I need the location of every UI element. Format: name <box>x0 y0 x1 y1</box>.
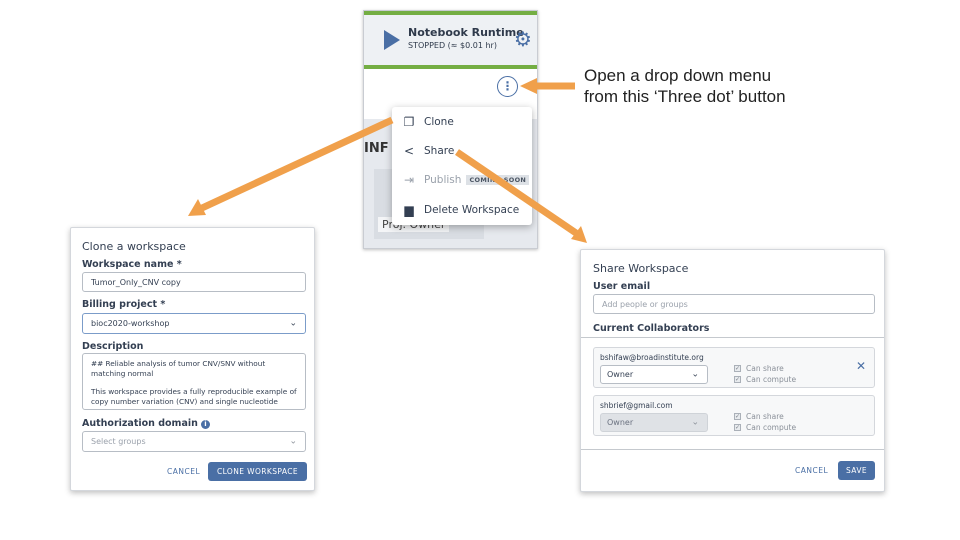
arrow-to-share-dialog <box>455 149 578 236</box>
user-email-placeholder: Add people or groups <box>602 299 688 309</box>
authorization-domain-placeholder: Select groups <box>91 437 146 446</box>
checkbox-icon: ✓ <box>734 376 741 383</box>
arrow-head <box>520 78 537 94</box>
authorization-domain-label: Authorization domain i <box>82 418 210 429</box>
collaborator-card: shbrief@gmail.com Owner ⌄ ✓ Can share ✓ Ca… <box>593 395 875 436</box>
workspace-name-value: Tumor_Only_CNV copy <box>91 277 181 287</box>
divider <box>581 449 884 450</box>
divider <box>581 337 884 338</box>
checkbox-icon: ✓ <box>734 413 741 420</box>
cancel-button[interactable]: CANCEL <box>167 467 200 476</box>
billing-project-label: Billing project * <box>82 299 166 310</box>
current-collaborators-label: Current Collaborators <box>593 323 710 334</box>
collaborator-card: bshifaw@broadinstitute.org Owner ⌄ ✓ Can … <box>593 347 875 388</box>
can-compute-checkbox[interactable]: ✓ Can compute <box>734 375 796 384</box>
workspace-name-input[interactable]: Tumor_Only_CNV copy <box>82 272 306 292</box>
role-value: Owner <box>607 418 634 427</box>
clone-workspace-button[interactable]: CLONE WORKSPACE <box>208 462 307 481</box>
checkbox-icon: ✓ <box>734 424 741 431</box>
can-share-label: Can share <box>746 412 784 421</box>
remove-collaborator-icon[interactable]: ✕ <box>856 359 866 373</box>
chevron-down-icon: ⌄ <box>691 417 699 427</box>
can-share-checkbox[interactable]: ✓ Can share <box>734 364 784 373</box>
can-compute-label: Can compute <box>746 375 797 384</box>
role-select: Owner ⌄ <box>600 413 708 432</box>
role-select[interactable]: Owner ⌄ <box>600 365 708 384</box>
user-email-label: User email <box>593 281 651 292</box>
chevron-down-icon: ⌄ <box>289 318 297 328</box>
dialog-title: Share Workspace <box>593 262 689 275</box>
workspace-name-label: Workspace name * <box>82 259 182 270</box>
can-compute-checkbox[interactable]: ✓ Can compute <box>734 423 796 432</box>
authorization-domain-text: Authorization domain <box>82 418 198 429</box>
can-share-label: Can share <box>746 364 784 373</box>
arrow-to-clone-dialog <box>200 116 394 212</box>
collaborator-email: bshifaw@broadinstitute.org <box>600 353 704 362</box>
checkbox-icon: ✓ <box>734 365 741 372</box>
billing-project-select[interactable]: bioc2020-workshop ⌄ <box>82 313 306 334</box>
description-line-1: ## Reliable analysis of tumor CNV/SNV wi… <box>91 359 266 378</box>
share-workspace-dialog: Share Workspace User email Add people or… <box>580 249 885 492</box>
description-line-2: This workspace provides a fully reproduc… <box>91 387 297 406</box>
role-value: Owner <box>607 370 634 379</box>
chevron-down-icon: ⌄ <box>691 369 699 379</box>
description-label: Description <box>82 341 144 352</box>
clone-workspace-dialog: Clone a workspace Workspace name * Tumor… <box>70 227 315 491</box>
can-share-checkbox[interactable]: ✓ Can share <box>734 412 784 421</box>
info-icon[interactable]: i <box>200 420 210 429</box>
cancel-button[interactable]: CANCEL <box>795 466 828 475</box>
authorization-domain-select[interactable]: Select groups ⌄ <box>82 431 306 452</box>
user-email-input[interactable]: Add people or groups <box>593 294 875 314</box>
can-compute-label: Can compute <box>746 423 797 432</box>
save-button[interactable]: SAVE <box>838 461 875 480</box>
description-textarea[interactable]: ## Reliable analysis of tumor CNV/SNV wi… <box>82 353 306 410</box>
dialog-title: Clone a workspace <box>82 240 186 253</box>
chevron-down-icon: ⌄ <box>289 436 297 446</box>
billing-project-value: bioc2020-workshop <box>91 319 170 328</box>
collaborator-email: shbrief@gmail.com <box>600 401 673 410</box>
